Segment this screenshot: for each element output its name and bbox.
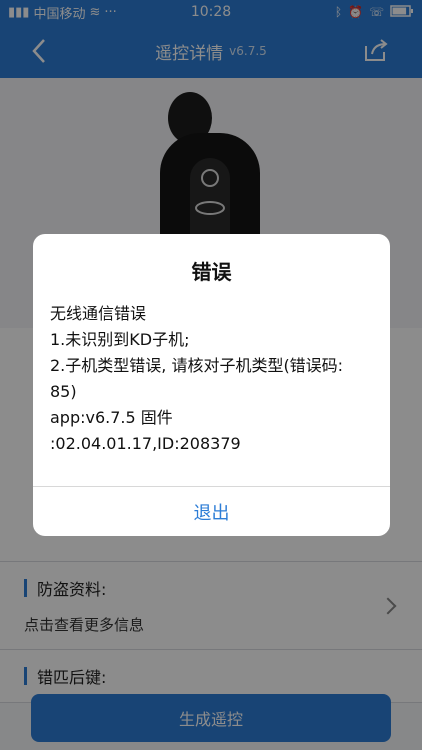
- dialog-line: 无线通信错误: [50, 304, 147, 323]
- dialog-line: 2.子机类型错误, 请核对子机类型(错误码: 85): [50, 356, 344, 401]
- dialog-line: app:v6.7.5 固件: [50, 408, 173, 427]
- dialog-line: :02.04.01.17,ID:208379: [50, 434, 241, 453]
- dialog-line: 1.未识别到KD子机;: [50, 330, 190, 349]
- dialog-title: 错误: [191, 260, 232, 284]
- error-dialog: 错误 无线通信错误 1.未识别到KD子机; 2.子机类型错误, 请核对子机类型(…: [33, 234, 390, 536]
- exit-button[interactable]: 退出: [33, 487, 390, 536]
- dialog-message: 无线通信错误 1.未识别到KD子机; 2.子机类型错误, 请核对子机类型(错误码…: [33, 301, 390, 457]
